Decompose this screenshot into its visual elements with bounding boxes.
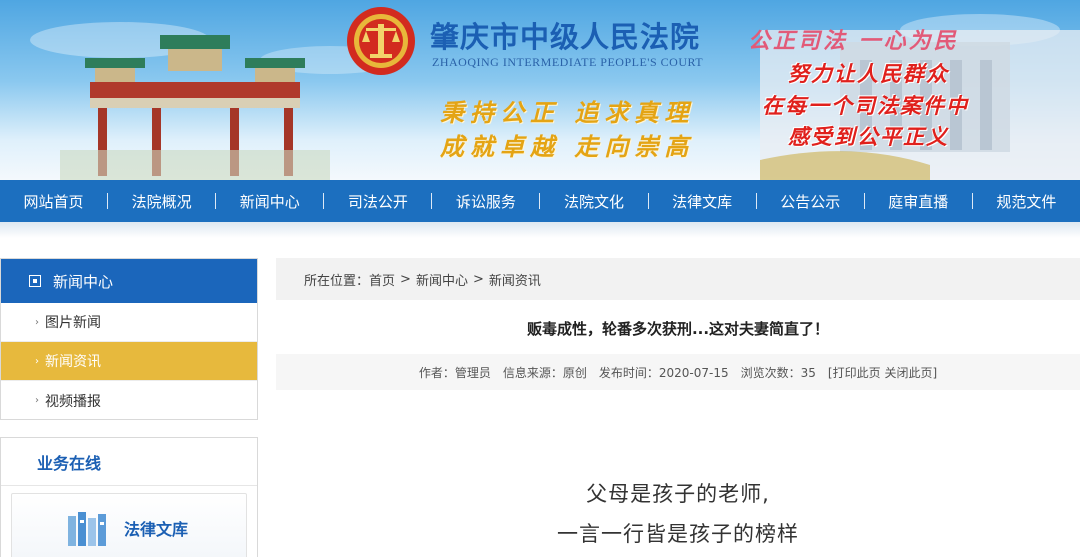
court-name: 肇庆市中级人民法院 (430, 20, 701, 54)
breadcrumb-home[interactable]: 首页 (369, 270, 395, 289)
nav-home[interactable]: 网站首页 (0, 191, 107, 212)
article-body-line: 父母是孩子的老师, (586, 482, 770, 506)
slogan-line-2: 成就卓越 走向崇高 (440, 132, 695, 161)
nav-trial-live[interactable]: 庭审直播 (865, 191, 972, 212)
article-source: 信息来源：原创 (502, 365, 587, 380)
print-page-link[interactable]: [打印此页 (828, 366, 881, 380)
sidebar-news-title: 新闻中心 (53, 272, 114, 291)
chevron-right-icon: › (35, 316, 39, 328)
sidebar-item-news-info[interactable]: › 新闻资讯 (1, 342, 257, 381)
law-library-card-label: 法律文库 (124, 520, 189, 539)
page: 肇庆市中级人民法院 ZHAOQING INTERMEDIATE PEOPLE'S… (0, 0, 1080, 557)
sidebar-item-label: 视频播报 (45, 393, 101, 410)
sidebar-business-title: 业务在线 (1, 438, 257, 486)
breadcrumb: 所在位置： 首页 > 新闻中心 > 新闻资讯 (276, 258, 1080, 300)
breadcrumb-news-center[interactable]: 新闻中心 (416, 270, 468, 289)
breadcrumb-separator: > (400, 271, 411, 287)
breadcrumb-separator: > (472, 271, 484, 287)
nav-court-culture[interactable]: 法院文化 (540, 191, 647, 212)
chevron-right-icon: › (35, 355, 39, 367)
nav-news-center[interactable]: 新闻中心 (216, 191, 323, 212)
sidebar-item-video-news[interactable]: › 视频播报 (1, 381, 257, 420)
nav-litigation-service[interactable]: 诉讼服务 (432, 191, 539, 212)
site-banner: 肇庆市中级人民法院 ZHAOQING INTERMEDIATE PEOPLE'S… (0, 0, 1080, 180)
court-emblem-icon (347, 7, 415, 75)
article-views: 浏览次数：35 (740, 365, 816, 380)
chevron-right-icon: › (35, 395, 39, 406)
justice-slogan-2: 在每一个司法案件中 (762, 93, 969, 118)
article-title: 贩毒成性，轮番多次获刑...这对夫妻简直了！ (526, 320, 830, 338)
nav-court-overview[interactable]: 法院概况 (108, 191, 215, 212)
article-actions: [打印此页 关闭此页] (828, 364, 937, 381)
books-icon (68, 512, 106, 546)
breadcrumb-news-info[interactable]: 新闻资讯 (489, 270, 541, 289)
nav-law-library[interactable]: 法律文库 (649, 191, 756, 212)
sidebar-item-photo-news[interactable]: › 图片新闻 (1, 303, 257, 342)
square-bullet-icon (29, 275, 41, 287)
nav-judicial-openness[interactable]: 司法公开 (324, 191, 431, 212)
court-motto: 公正司法 一心为民 (748, 28, 959, 54)
breadcrumb-prefix: 所在位置： (304, 273, 370, 289)
sidebar-item-label: 新闻资讯 (45, 354, 101, 370)
justice-slogan-1: 努力让人民群众 (788, 61, 949, 86)
justice-slogan-3: 感受到公平正义 (788, 124, 949, 149)
nav-regulatory-documents[interactable]: 规范文件 (973, 191, 1080, 212)
article-meta: 作者：管理员 信息来源：原创 发布时间：2020-07-15 浏览次数：35 [… (276, 354, 1080, 390)
close-page-link[interactable]: 关闭此页] (884, 366, 937, 380)
article-body-line: 一言一行皆是孩子的榜样 (557, 522, 799, 546)
article-date: 发布时间：2020-07-15 (598, 365, 729, 380)
court-name-english: ZHAOQING INTERMEDIATE PEOPLE'S COURT (432, 55, 704, 69)
sidebar-business-panel: 业务在线 法律文库 (0, 437, 258, 557)
article-author: 作者：管理员 (418, 365, 491, 380)
nav-shadow (0, 222, 1080, 238)
nav-announcements[interactable]: 公告公示 (757, 191, 864, 212)
sidebar-item-label: 图片新闻 (45, 315, 101, 331)
sidebar-news-panel: 新闻中心 › 图片新闻 › 新闻资讯 › 视频播报 (0, 258, 258, 420)
law-library-card[interactable]: 法律文库 (11, 493, 247, 557)
sidebar-news-header: 新闻中心 (1, 259, 257, 303)
slogan-line-1: 秉持公正 追求真理 (440, 98, 695, 127)
main-nav: 网站首页 法院概况 新闻中心 司法公开 诉讼服务 法院文化 法律文库 公告公示 … (0, 180, 1080, 222)
